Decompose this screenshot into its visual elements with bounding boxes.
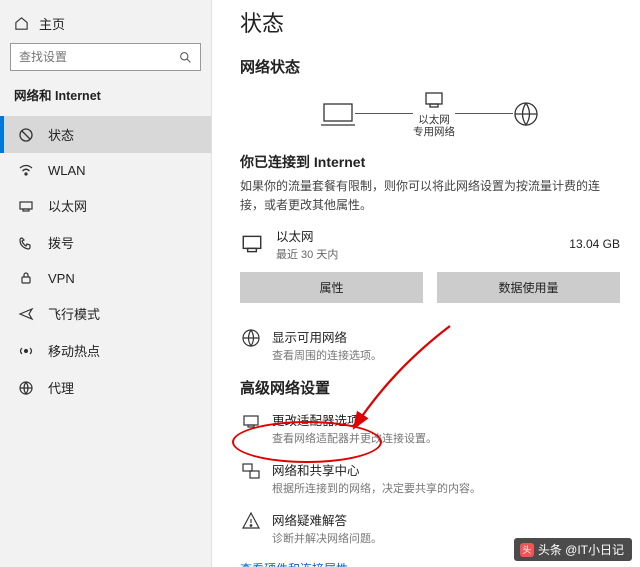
sidebar-item-label: 飞行模式 — [48, 304, 100, 323]
diagram-ethernet: 以太网专用网络 — [413, 89, 455, 138]
sidebar-item-label: 状态 — [48, 125, 74, 144]
option-desc: 根据所连接到的网络，决定要共享的内容。 — [272, 480, 481, 496]
option-title: 更改适配器选项 — [272, 410, 437, 429]
status-icon — [18, 127, 34, 143]
diagram-pc — [321, 101, 355, 127]
home-link[interactable]: 主页 — [0, 10, 211, 43]
link-hardware-properties[interactable]: 查看硬件和连接属性 — [240, 560, 620, 567]
option-desc: 查看周围的连接选项。 — [272, 347, 382, 363]
option-desc: 查看网络适配器并更改连接设置。 — [272, 430, 437, 446]
ethernet-icon — [240, 232, 264, 256]
hotspot-icon — [18, 343, 34, 359]
sidebar-item-label: 拨号 — [48, 233, 74, 252]
globe-icon — [240, 327, 262, 349]
connection-sub: 最近 30 天内 — [276, 246, 569, 262]
change-adapter-options[interactable]: 更改适配器选项 查看网络适配器并更改连接设置。 — [240, 410, 620, 446]
home-label: 主页 — [39, 14, 65, 33]
search-box[interactable] — [10, 43, 201, 71]
vpn-icon — [18, 270, 34, 286]
connected-title: 你已连接到 Internet — [240, 152, 620, 172]
proxy-icon — [18, 380, 34, 396]
properties-button[interactable]: 属性 — [240, 272, 423, 303]
option-desc: 诊断并解决网络问题。 — [272, 530, 382, 546]
home-icon — [14, 16, 29, 31]
page-title: 状态 — [240, 6, 620, 38]
sharing-icon — [240, 460, 262, 482]
diagram-globe — [513, 101, 539, 127]
show-available-networks[interactable]: 显示可用网络 查看周围的连接选项。 — [240, 327, 620, 363]
sidebar-item-label: WLAN — [48, 163, 86, 178]
sidebar-item-label: 代理 — [48, 378, 74, 397]
sidebar-item-wlan[interactable]: WLAN — [0, 153, 211, 187]
data-usage-button[interactable]: 数据使用量 — [437, 272, 620, 303]
ethernet-icon — [18, 198, 34, 214]
diagram-line — [455, 113, 513, 114]
watermark: 头 头条 @IT小日记 — [514, 538, 632, 561]
watermark-text: 头条 @IT小日记 — [538, 541, 624, 558]
sidebar-item-label: 以太网 — [48, 196, 87, 215]
sidebar-item-label: VPN — [48, 271, 75, 286]
network-status-heading: 网络状态 — [240, 56, 620, 77]
dialup-icon — [18, 235, 34, 251]
sidebar-item-status[interactable]: 状态 — [0, 116, 211, 153]
diagram-line — [355, 113, 413, 114]
sidebar-item-hotspot[interactable]: 移动热点 — [0, 332, 211, 369]
adapter-icon — [240, 410, 262, 432]
option-title: 显示可用网络 — [272, 327, 382, 346]
option-title: 网络疑难解答 — [272, 510, 382, 529]
connected-desc: 如果你的流量套餐有限制，则你可以将此网络设置为按流量计费的连接，或者更改其他属性… — [240, 177, 620, 214]
search-input[interactable] — [19, 50, 169, 64]
sidebar-item-label: 移动热点 — [48, 341, 100, 360]
option-title: 网络和共享中心 — [272, 460, 481, 479]
network-sharing-center[interactable]: 网络和共享中心 根据所连接到的网络，决定要共享的内容。 — [240, 460, 620, 496]
network-diagram: 以太网专用网络 — [240, 89, 620, 138]
sidebar-item-dialup[interactable]: 拨号 — [0, 224, 211, 261]
sidebar-item-ethernet[interactable]: 以太网 — [0, 187, 211, 224]
main-panel: 状态 网络状态 以太网专用网络 你已连接到 Internet 如果你的流量套餐有… — [212, 0, 640, 567]
settings-sidebar: 主页 网络和 Internet 状态 WLAN 以太网 拨号 VPN — [0, 0, 212, 567]
sidebar-section-header: 网络和 Internet — [0, 85, 211, 116]
connection-row: 以太网 最近 30 天内 13.04 GB — [240, 226, 620, 262]
search-icon — [179, 51, 192, 64]
sidebar-item-proxy[interactable]: 代理 — [0, 369, 211, 406]
advanced-settings-heading: 高级网络设置 — [240, 377, 620, 398]
sidebar-item-airplane[interactable]: 飞行模式 — [0, 295, 211, 332]
troubleshoot-icon — [240, 510, 262, 532]
sidebar-item-vpn[interactable]: VPN — [0, 261, 211, 295]
airplane-icon — [18, 306, 34, 322]
connection-name: 以太网 — [276, 226, 569, 245]
watermark-icon: 头 — [520, 543, 534, 557]
wifi-icon — [18, 162, 34, 178]
connection-data-usage: 13.04 GB — [569, 237, 620, 251]
